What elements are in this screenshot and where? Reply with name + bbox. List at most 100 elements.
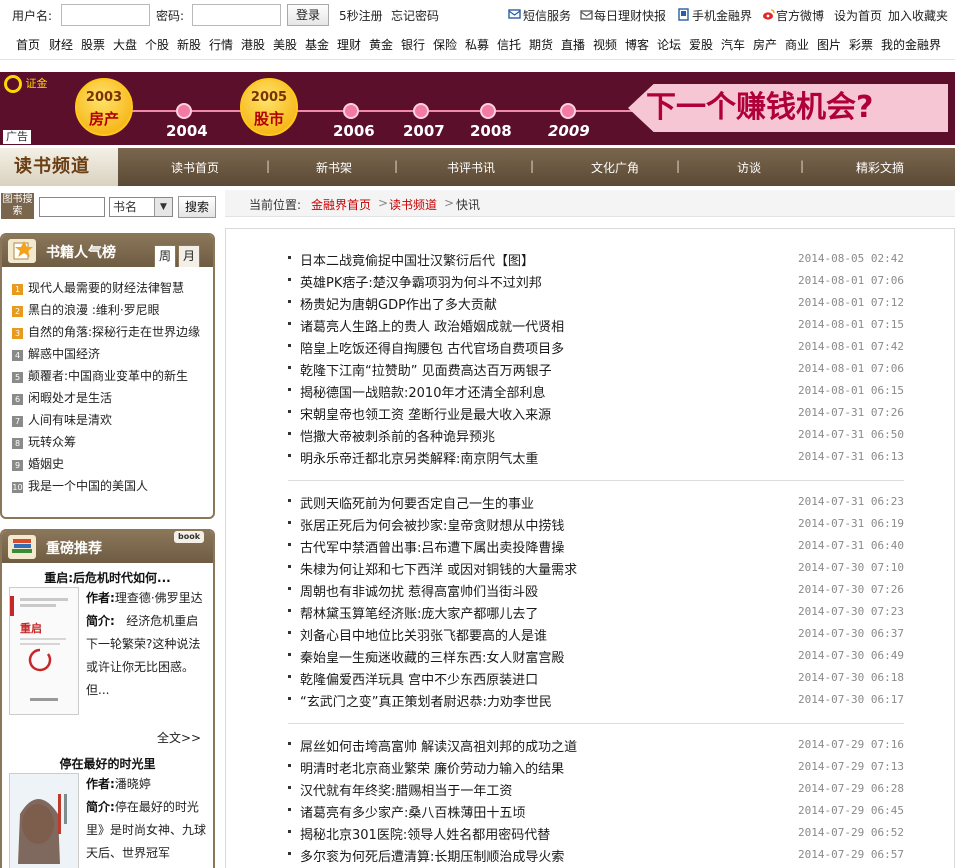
ranking-item[interactable]: 2 黑白的浪漫 :维利·罗尼眼 bbox=[12, 301, 160, 318]
nav-item[interactable]: 港股 bbox=[241, 36, 265, 53]
news-title[interactable]: 秦始皇一生痴迷收藏的三样东西:女人财富宫殿 bbox=[300, 647, 564, 666]
news-title[interactable]: 明永乐帝迁都北京另类解释:南京阴气太重 bbox=[300, 448, 538, 467]
news-row[interactable]: 陪皇上吃饭还得自掏腰包 古代官场自费项目多 2014-08-01 07:42 bbox=[288, 335, 904, 357]
ranking-item[interactable]: 5 颠覆者:中国商业变革中的新生 bbox=[12, 367, 188, 384]
news-row[interactable]: 屌丝如何击垮高富帅 解读汉高祖刘邦的成功之道 2014-07-29 07:16 bbox=[288, 733, 904, 755]
nav-item[interactable]: 论坛 bbox=[657, 36, 681, 53]
news-title[interactable]: 揭秘德国一战赔款:2010年才还清全部利息 bbox=[300, 382, 545, 401]
news-row[interactable]: 张居正死后为何会被抄家:皇帝贪财想从中捞钱 2014-07-31 06:19 bbox=[288, 512, 904, 534]
channel-item-interviews[interactable]: 访谈 bbox=[737, 159, 761, 176]
link-daily-report[interactable]: 每日理财快报 bbox=[594, 7, 666, 24]
breadcrumb-home[interactable]: 金融界首页 bbox=[311, 196, 371, 213]
news-row[interactable]: 宋朝皇帝也领工资 垄断行业是最大收入来源 2014-07-31 07:26 bbox=[288, 401, 904, 423]
nav-item[interactable]: 理财 bbox=[337, 36, 361, 53]
ranking-item[interactable]: 8 玩转众筹 bbox=[12, 433, 76, 450]
news-row[interactable]: 武则天临死前为何要否定自己一生的事业 2014-07-31 06:23 bbox=[288, 490, 904, 512]
news-title[interactable]: 恺撒大帝被刺杀前的各种诡异预兆 bbox=[300, 426, 495, 445]
nav-item[interactable]: 股票 bbox=[81, 36, 105, 53]
news-row[interactable]: 英雄PK痞子:楚汉争霸项羽为何斗不过刘邦 2014-08-01 07:06 bbox=[288, 269, 904, 291]
news-row[interactable]: 诸葛亮有多少家产:桑八百株薄田十五顷 2014-07-29 06:45 bbox=[288, 799, 904, 821]
password-input[interactable] bbox=[192, 4, 281, 26]
nav-item[interactable]: 新股 bbox=[177, 36, 201, 53]
news-title[interactable]: 明清时老北京商业繁荣 廉价劳动力输入的结果 bbox=[300, 758, 564, 777]
nav-item[interactable]: 爱股 bbox=[689, 36, 713, 53]
nav-item[interactable]: 个股 bbox=[145, 36, 169, 53]
nav-item[interactable]: 期货 bbox=[529, 36, 553, 53]
news-row[interactable]: 日本二战竟偷捉中国壮汉繁衍后代【图】 2014-08-05 02:42 bbox=[288, 247, 904, 269]
nav-item[interactable]: 财经 bbox=[49, 36, 73, 53]
channel-item-home[interactable]: 读书首页 bbox=[171, 159, 219, 176]
nav-item[interactable]: 保险 bbox=[433, 36, 457, 53]
nav-item[interactable]: 商业 bbox=[785, 36, 809, 53]
forgot-password-link[interactable]: 忘记密码 bbox=[391, 7, 439, 24]
news-row[interactable]: 刘备心目中地位比关羽张飞都要高的人是谁 2014-07-30 06:37 bbox=[288, 622, 904, 644]
news-title[interactable]: 杨贵妃为唐朝GDP作出了多大贡献 bbox=[300, 294, 497, 313]
ranking-item[interactable]: 1 现代人最需要的财经法律智慧 bbox=[12, 279, 184, 296]
book-search-input[interactable] bbox=[39, 197, 105, 217]
news-title[interactable]: 日本二战竟偷捉中国壮汉繁衍后代【图】 bbox=[300, 250, 534, 269]
nav-item[interactable]: 美股 bbox=[273, 36, 297, 53]
news-row[interactable]: 揭秘北京301医院:领导人姓名都用密码代替 2014-07-29 06:52 bbox=[288, 821, 904, 843]
news-row[interactable]: 揭秘德国一战赔款:2010年才还清全部利息 2014-08-01 06:15 bbox=[288, 379, 904, 401]
news-row[interactable]: 明清时老北京商业繁荣 廉价劳动力输入的结果 2014-07-29 07:13 bbox=[288, 755, 904, 777]
news-row[interactable]: 多尔衮为何死后遭清算:长期压制顺治成导火索 2014-07-29 06:57 bbox=[288, 843, 904, 865]
channel-item-new-books[interactable]: 新书架 bbox=[316, 159, 352, 176]
news-row[interactable]: 秦始皇一生痴迷收藏的三样东西:女人财富宫殿 2014-07-30 06:49 bbox=[288, 644, 904, 666]
news-title[interactable]: 英雄PK痞子:楚汉争霸项羽为何斗不过刘邦 bbox=[300, 272, 542, 291]
news-row[interactable]: 古代军中禁酒曾出事:吕布遭下属出卖投降曹操 2014-07-31 06:40 bbox=[288, 534, 904, 556]
tab-month[interactable]: 月 bbox=[178, 245, 200, 267]
news-title[interactable]: 多尔衮为何死后遭清算:长期压制顺治成导火索 bbox=[300, 846, 564, 865]
news-title[interactable]: 宋朝皇帝也领工资 垄断行业是最大收入来源 bbox=[300, 404, 551, 423]
news-title[interactable]: 帮林黛玉算笔经济账:庞大家产都哪儿去了 bbox=[300, 603, 538, 622]
news-row[interactable]: “玄武门之变”真正策划者尉迟恭:力劝李世民 2014-07-30 06:17 bbox=[288, 688, 904, 710]
news-title[interactable]: “玄武门之变”真正策划者尉迟恭:力劝李世民 bbox=[300, 691, 552, 710]
nav-item[interactable]: 行情 bbox=[209, 36, 233, 53]
nav-item[interactable]: 博客 bbox=[625, 36, 649, 53]
nav-item[interactable]: 首页 bbox=[16, 36, 40, 53]
nav-item[interactable]: 基金 bbox=[305, 36, 329, 53]
news-title[interactable]: 古代军中禁酒曾出事:吕布遭下属出卖投降曹操 bbox=[300, 537, 564, 556]
link-sms-service[interactable]: 短信服务 bbox=[523, 7, 571, 24]
news-title[interactable]: 汉代就有年终奖:腊赐相当于一年工资 bbox=[300, 780, 512, 799]
news-title[interactable]: 武则天临死前为何要否定自己一生的事业 bbox=[300, 493, 534, 512]
register-link[interactable]: 5秒注册 bbox=[339, 7, 383, 24]
rec-book-title[interactable]: 重启:后危机时代如何... bbox=[2, 569, 213, 586]
link-set-homepage[interactable]: 设为首页 bbox=[834, 7, 882, 24]
rec-book-title[interactable]: 停在最好的时光里 bbox=[2, 755, 213, 772]
nav-item[interactable]: 彩票 bbox=[849, 36, 873, 53]
news-title[interactable]: 刘备心目中地位比关羽张飞都要高的人是谁 bbox=[300, 625, 547, 644]
link-add-favorite[interactable]: 加入收藏夹 bbox=[888, 7, 948, 24]
ranking-item[interactable]: 10 我是一个中国的美国人 bbox=[12, 477, 148, 494]
news-title[interactable]: 诸葛亮人生路上的贵人 政治婚姻成就一代贤相 bbox=[300, 316, 564, 335]
news-row[interactable]: 明永乐帝迁都北京另类解释:南京阴气太重 2014-07-31 06:13 bbox=[288, 445, 904, 467]
news-title[interactable]: 朱棣为何让郑和七下西洋 或因对铜钱的大量需求 bbox=[300, 559, 577, 578]
search-field-select[interactable]: 书名 ▼ bbox=[109, 197, 173, 217]
link-weibo[interactable]: 官方微博 bbox=[776, 7, 824, 24]
news-title[interactable]: 张居正死后为何会被抄家:皇帝贪财想从中捞钱 bbox=[300, 515, 564, 534]
nav-item[interactable]: 视频 bbox=[593, 36, 617, 53]
news-row[interactable]: 恺撒大帝被刺杀前的各种诡异预兆 2014-07-31 06:50 bbox=[288, 423, 904, 445]
ranking-item[interactable]: 4 解惑中国经济 bbox=[12, 345, 100, 362]
news-row[interactable]: 帮林黛玉算笔经济账:庞大家产都哪儿去了 2014-07-30 07:23 bbox=[288, 600, 904, 622]
news-row[interactable]: 汉代就有年终奖:腊赐相当于一年工资 2014-07-29 06:28 bbox=[288, 777, 904, 799]
news-title[interactable]: 揭秘北京301医院:领导人姓名都用密码代替 bbox=[300, 824, 550, 843]
channel-item-reviews[interactable]: 书评书讯 bbox=[447, 159, 495, 176]
nav-item[interactable]: 银行 bbox=[401, 36, 425, 53]
news-title[interactable]: 诸葛亮有多少家产:桑八百株薄田十五顷 bbox=[300, 802, 525, 821]
nav-item[interactable]: 大盘 bbox=[113, 36, 137, 53]
chevron-down-icon[interactable]: ▼ bbox=[154, 198, 172, 216]
nav-item[interactable]: 房产 bbox=[753, 36, 777, 53]
banner-ad[interactable]: 证金 2003 房产 2004 2005 股市 2006 2007 2008 2… bbox=[0, 72, 955, 145]
nav-item[interactable]: 黄金 bbox=[369, 36, 393, 53]
username-input[interactable] bbox=[61, 4, 150, 26]
nav-item[interactable]: 直播 bbox=[561, 36, 585, 53]
channel-item-digest[interactable]: 精彩文摘 bbox=[856, 159, 904, 176]
ranking-item[interactable]: 7 人间有味是清欢 bbox=[12, 411, 112, 428]
breadcrumb-channel[interactable]: 读书频道 bbox=[389, 196, 437, 213]
news-row[interactable]: 诸葛亮人生路上的贵人 政治婚姻成就一代贤相 2014-08-01 07:15 bbox=[288, 313, 904, 335]
nav-item[interactable]: 信托 bbox=[497, 36, 521, 53]
news-title[interactable]: 周朝也有非诚勿扰 惹得高富帅们当街斗殴 bbox=[300, 581, 538, 600]
nav-item[interactable]: 汽车 bbox=[721, 36, 745, 53]
book-cover-image[interactable]: 重启 bbox=[9, 587, 79, 715]
news-row[interactable]: 乾隆偏爱西洋玩具 宫中不少东西原装进口 2014-07-30 06:18 bbox=[288, 666, 904, 688]
